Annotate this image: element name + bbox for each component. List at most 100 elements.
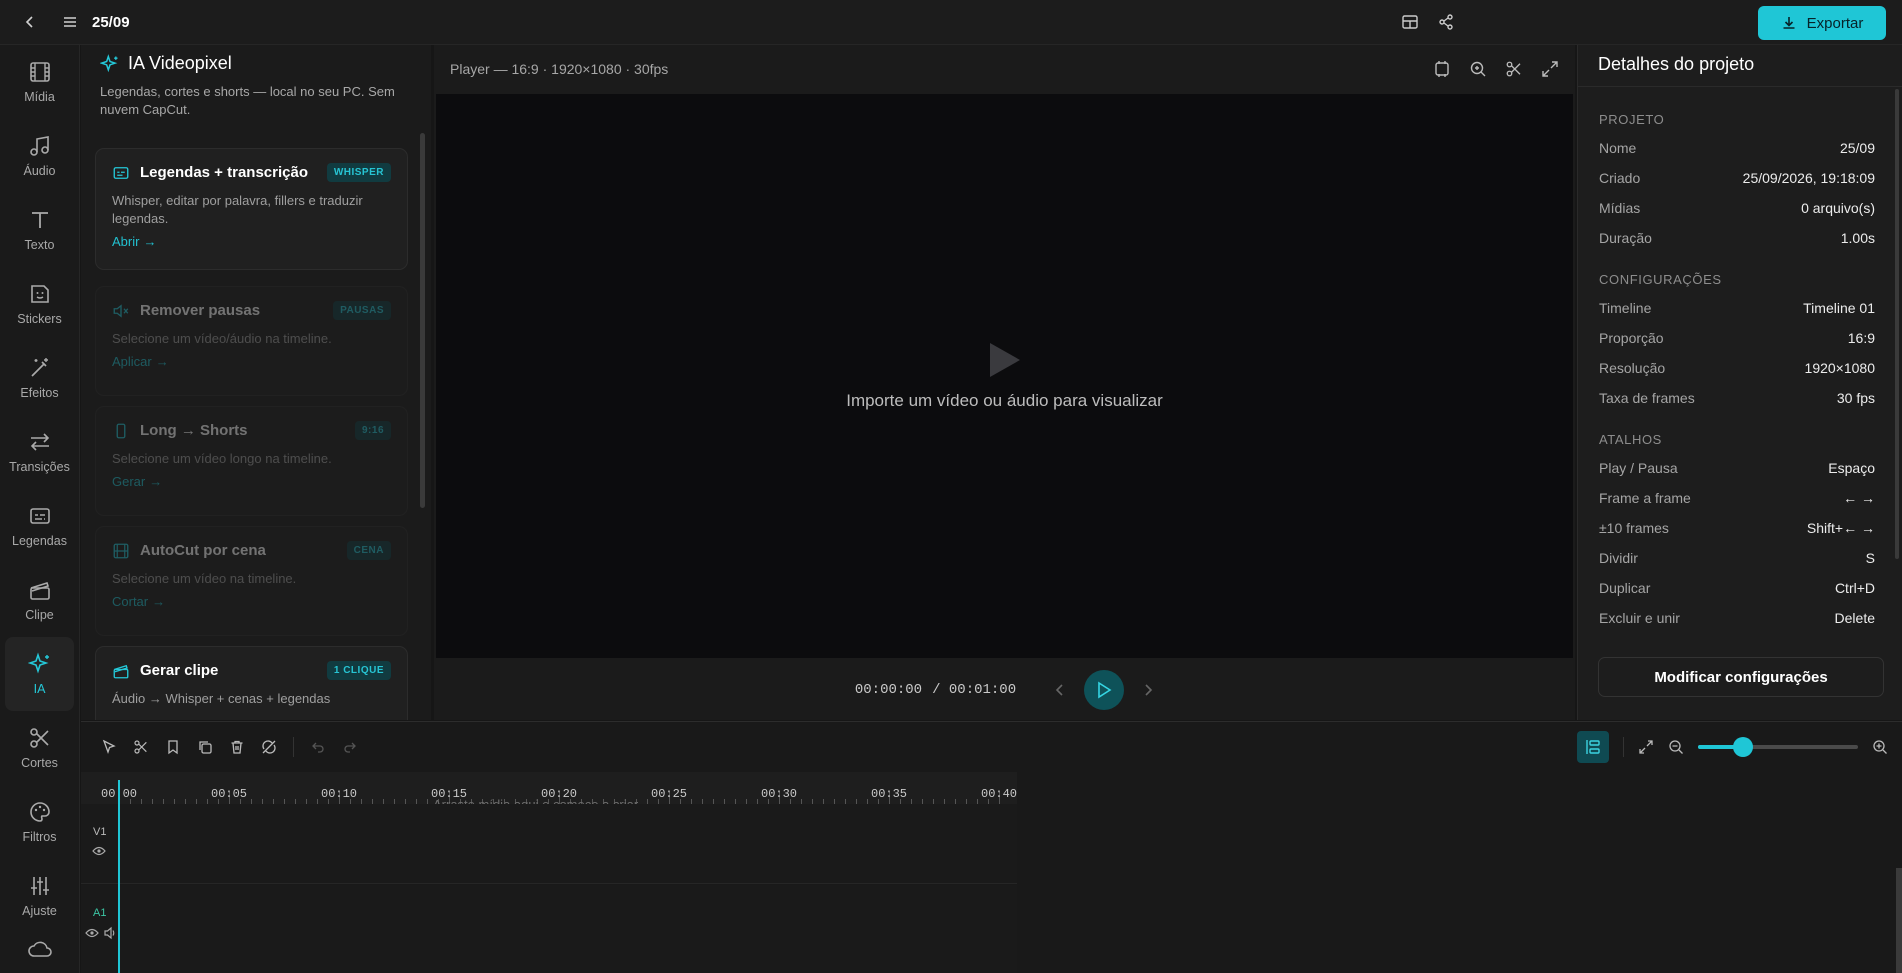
play-button[interactable]	[1084, 669, 1125, 710]
modify-settings-button[interactable]: Modificar configurações	[1598, 657, 1884, 697]
rail-label: Legendas	[12, 534, 67, 548]
select-icon[interactable]	[101, 739, 117, 755]
arrow-right-icon: →	[143, 234, 157, 249]
rail-item-stickers[interactable]: Stickers	[0, 267, 79, 341]
copy-icon[interactable]	[197, 739, 213, 755]
card-title: Legendas + transcrição	[140, 164, 308, 181]
card-long-shorts[interactable]: Long → Shorts 9:16 Selecione um vídeo lo…	[95, 406, 408, 516]
undo-icon[interactable]	[310, 739, 326, 755]
rail-item-clipe[interactable]: Clipe	[0, 563, 79, 637]
detail-row: Duração 1.00s	[1599, 223, 1875, 253]
detail-key: Duplicar	[1599, 580, 1651, 596]
prev-frame-icon[interactable]	[1054, 683, 1066, 697]
eye-icon[interactable]	[92, 846, 106, 856]
sticker-icon	[28, 282, 52, 306]
export-label: Exportar	[1806, 14, 1864, 32]
detail-row: Play / Pausa Espaço	[1599, 453, 1875, 483]
rail-item-filtros[interactable]: Filtros	[0, 785, 79, 859]
track-v1[interactable]: V1	[81, 804, 1017, 884]
share-icon[interactable]	[1432, 8, 1460, 36]
card-legendas[interactable]: Legendas + transcrição WHISPER Whisper, …	[95, 148, 408, 270]
rail-item-cloud[interactable]	[0, 933, 79, 973]
film-icon	[112, 542, 130, 560]
detail-row: Criado 25/09/2026, 19:18:09	[1599, 163, 1875, 193]
rail-item-audio[interactable]: Áudio	[0, 119, 79, 193]
detail-row: ±10 frames Shift+← →	[1599, 513, 1875, 543]
arrow-right-icon: →	[155, 354, 169, 369]
card-title: AutoCut por cena	[140, 542, 266, 559]
rail-label: Texto	[24, 238, 55, 252]
scissors-icon[interactable]	[1505, 60, 1523, 78]
panel-scrollbar[interactable]	[420, 133, 425, 508]
menu-icon[interactable]	[56, 8, 84, 36]
rail-item-transicoes[interactable]: Transições	[0, 415, 79, 489]
rail-label: IA	[33, 682, 46, 696]
rail-label: Filtros	[22, 830, 57, 844]
export-button[interactable]: Exportar	[1758, 6, 1886, 40]
card-action-aplicar[interactable]: Aplicar →	[112, 354, 391, 369]
rail-item-cortes[interactable]: Cortes	[0, 711, 79, 785]
ruler-label: 00:10	[321, 787, 358, 801]
rail-item-ia[interactable]: IA	[5, 637, 74, 711]
play-placeholder-icon	[988, 341, 1022, 379]
detail-key: Resolução	[1599, 360, 1666, 376]
card-action-gerar[interactable]: Gerar →	[112, 474, 391, 489]
trash-icon[interactable]	[229, 739, 245, 755]
scissors-icon[interactable]	[133, 739, 149, 755]
card-tag: WHISPER	[326, 163, 391, 182]
track-a1[interactable]: A1	[81, 885, 1017, 973]
fullscreen-icon[interactable]	[1541, 60, 1559, 78]
ruler-label: 00:40	[981, 787, 1018, 801]
details-list[interactable]: PROJETO Nome 25/09 Criado 25/09/2026, 19:1…	[1578, 93, 1896, 683]
redo-icon[interactable]	[342, 739, 358, 755]
bookmark-icon[interactable]	[165, 739, 181, 755]
card-action-cortar[interactable]: Cortar →	[112, 594, 391, 609]
card-action-abrir[interactable]: Abrir →	[112, 234, 391, 249]
track-label: V1	[93, 826, 107, 838]
rail-item-midia[interactable]: Mídia	[0, 45, 79, 119]
arrow-right-icon: →	[152, 594, 166, 609]
detach-audio-icon[interactable]	[261, 739, 277, 755]
volume-icon[interactable]	[103, 926, 117, 940]
next-frame-icon[interactable]	[1142, 683, 1154, 697]
play-icon	[1096, 681, 1112, 699]
playhead[interactable]	[118, 780, 120, 973]
rail-item-texto[interactable]: Texto	[0, 193, 79, 267]
preview-screen[interactable]: Importe um vídeo ou áudio para visualiza…	[436, 94, 1573, 658]
details-scrollbar[interactable]	[1895, 89, 1899, 559]
zoom-in-icon[interactable]	[1469, 60, 1487, 78]
card-desc: Selecione um vídeo longo na timeline.	[112, 451, 332, 466]
card-action-label: Cortar	[112, 594, 149, 609]
rail-label: Cortes	[21, 756, 58, 770]
zoom-slider[interactable]	[1698, 737, 1858, 757]
detail-value: Espaço	[1828, 460, 1875, 476]
zoom-in-icon[interactable]	[1872, 739, 1888, 755]
eye-icon[interactable]	[85, 928, 99, 938]
zoom-slider-knob[interactable]	[1732, 737, 1753, 757]
detail-row: Mídias 0 arquivo(s)	[1599, 193, 1875, 223]
clapper-icon	[28, 578, 52, 602]
rail-label: Stickers	[17, 312, 62, 326]
detail-value: Shift+← →	[1806, 520, 1875, 536]
card-gerar-clipe[interactable]: Gerar clipe 1 CLIQUE Áudio → Whisper + c…	[95, 646, 408, 720]
card-autocut[interactable]: AutoCut por cena CENA Selecione um vídeo…	[95, 526, 408, 636]
detail-row: Taxa de frames 30 fps	[1599, 383, 1875, 413]
expand-icon[interactable]	[1638, 739, 1654, 755]
detail-value: 30 fps	[1836, 390, 1875, 406]
ruler-label: 00:05	[211, 787, 248, 801]
timeline-scrollbar[interactable]	[1896, 868, 1902, 973]
magnet-toggle[interactable]	[1577, 731, 1609, 763]
download-icon	[1781, 15, 1797, 31]
zoom-out-icon[interactable]	[1668, 739, 1684, 755]
rail-item-legendas[interactable]: Legendas	[0, 489, 79, 563]
mute-icon	[112, 302, 130, 320]
layout-icon[interactable]	[1396, 8, 1424, 36]
card-remover-pausas[interactable]: Remover pausas PAUSAS Selecione um vídeo…	[95, 286, 408, 396]
rail-label: Transições	[9, 460, 70, 474]
detail-key: Mídias	[1599, 200, 1641, 216]
rail-item-ajuste[interactable]: Ajuste	[0, 859, 79, 933]
rail-item-efeitos[interactable]: Efeitos	[0, 341, 79, 415]
timeline: 00:0000:0500:1000:1500:2000:2500:3000:35…	[81, 721, 1902, 973]
back-icon[interactable]	[16, 8, 44, 36]
fit-icon[interactable]	[1433, 60, 1451, 78]
